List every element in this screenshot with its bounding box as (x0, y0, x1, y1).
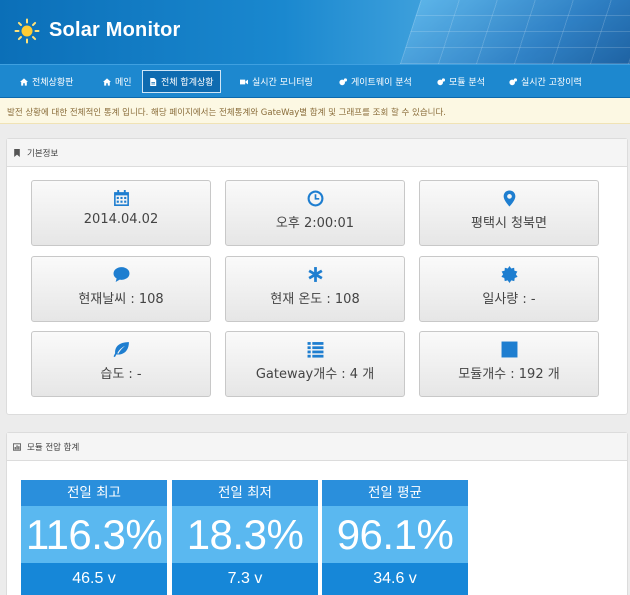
panel-title: 기본정보 (27, 148, 59, 159)
panel-header: 모듈 전압 합계 (7, 433, 627, 461)
clock-icon (307, 190, 323, 207)
calendar-icon (113, 190, 129, 206)
asterisk-icon (307, 267, 323, 282)
stat-percent: 96.1% (336, 511, 454, 558)
stat-voltage: 34.6 v (322, 563, 468, 595)
app-title[interactable]: Solar Monitor (49, 19, 181, 42)
nav-label: 전체상황판 (32, 78, 74, 88)
nav-realtime-monitoring[interactable]: 실시간 모니터링 (234, 70, 319, 93)
stat-title: 전일 최고 (21, 480, 167, 506)
date-tile: 2014.04.02 (31, 180, 211, 246)
main-nav: 전체상황판 메인 전체 합계상황 실시간 모니터링 게이트웨이 분석 모듈 분석… (0, 64, 630, 98)
stat-card-max: 전일 최고 116.3% 46.5 v (21, 480, 167, 595)
home-icon (20, 77, 28, 86)
panel-title: 모듈 전압 합계 (27, 442, 80, 453)
weather-tile: 현재날씨 : 108 (31, 256, 211, 322)
comment-icon (113, 267, 129, 282)
temperature-tile: 현재 온도 : 108 (225, 256, 405, 322)
tile-value: 모듈개수 : 192 개 (458, 367, 560, 382)
tile-value: 현재날씨 : 108 (78, 292, 164, 307)
nav-label: 전체 합계상황 (161, 78, 214, 88)
nav-label: 실시간 고장이력 (521, 78, 582, 88)
nav-label: 게이트웨이 분석 (351, 78, 412, 88)
nav-realtime-fault-history[interactable]: 실시간 고장이력 (503, 70, 588, 93)
stat-percent: 116.3% (25, 511, 163, 558)
tile-value: 일사량 : - (482, 292, 536, 307)
tile-value: 평택시 청북면 (471, 216, 547, 231)
module-count-tile: 모듈개수 : 192 개 (419, 331, 599, 397)
cogs-icon (437, 77, 445, 85)
sun-badge-icon (500, 266, 518, 283)
nav-main[interactable]: 메인 (97, 70, 138, 93)
stat-title: 전일 최저 (172, 480, 318, 506)
tile-value: 습도 : - (100, 367, 142, 382)
gateway-count-tile: Gateway개수 : 4 개 (225, 331, 405, 397)
irradiance-tile: 일사량 : - (419, 256, 599, 322)
stat-voltage: 7.3 v (172, 563, 318, 595)
stat-title: 전일 평균 (322, 480, 468, 506)
list-icon (307, 342, 323, 358)
document-icon (150, 77, 157, 86)
tile-value: Gateway개수 : 4 개 (255, 367, 375, 382)
nav-total-summary[interactable]: 전체 합계상황 (142, 70, 221, 93)
tile-value: 2014.04.02 (83, 212, 159, 227)
leaf-icon (113, 342, 129, 358)
bar-chart-icon (13, 442, 21, 451)
location-tile: 평택시 청북면 (419, 180, 599, 246)
basic-info-panel: 기본정보 2014.04.02 오후 2:00:01 평택시 청북면 현재날씨 … (6, 138, 628, 415)
cogs-icon (509, 77, 517, 85)
humidity-tile: 습도 : - (31, 331, 211, 397)
tile-value: 현재 온도 : 108 (270, 292, 360, 307)
nav-dashboard[interactable]: 전체상황판 (14, 70, 79, 93)
stat-card-min: 전일 최저 18.3% 7.3 v (172, 480, 318, 595)
square-icon (501, 341, 517, 358)
sun-icon (14, 18, 40, 44)
nav-gateway-analysis[interactable]: 게이트웨이 분석 (333, 70, 418, 93)
home-icon (103, 77, 111, 86)
nav-label: 모듈 분석 (449, 78, 485, 88)
page-description: 발전 상황에 대한 전체적인 통계 입니다. 해당 페이지에서는 전체통계와 G… (0, 98, 630, 124)
cogs-icon (339, 77, 347, 85)
panel-header: 기본정보 (7, 139, 627, 167)
tile-value: 오후 2:00:01 (275, 216, 355, 231)
map-marker-icon (503, 190, 515, 207)
stat-card-average: 전일 평균 96.1% 34.6 v (322, 480, 468, 595)
nav-label: 메인 (115, 78, 132, 88)
solar-panel-graphic (400, 0, 630, 64)
stat-percent: 18.3% (186, 511, 304, 558)
nav-module-analysis[interactable]: 모듈 분석 (431, 70, 491, 93)
time-tile: 오후 2:00:01 (225, 180, 405, 246)
nav-label: 실시간 모니터링 (252, 78, 313, 88)
video-icon (240, 79, 248, 84)
app-header: Solar Monitor (0, 0, 630, 64)
bookmark-icon (14, 148, 20, 157)
stat-voltage: 46.5 v (21, 563, 167, 595)
